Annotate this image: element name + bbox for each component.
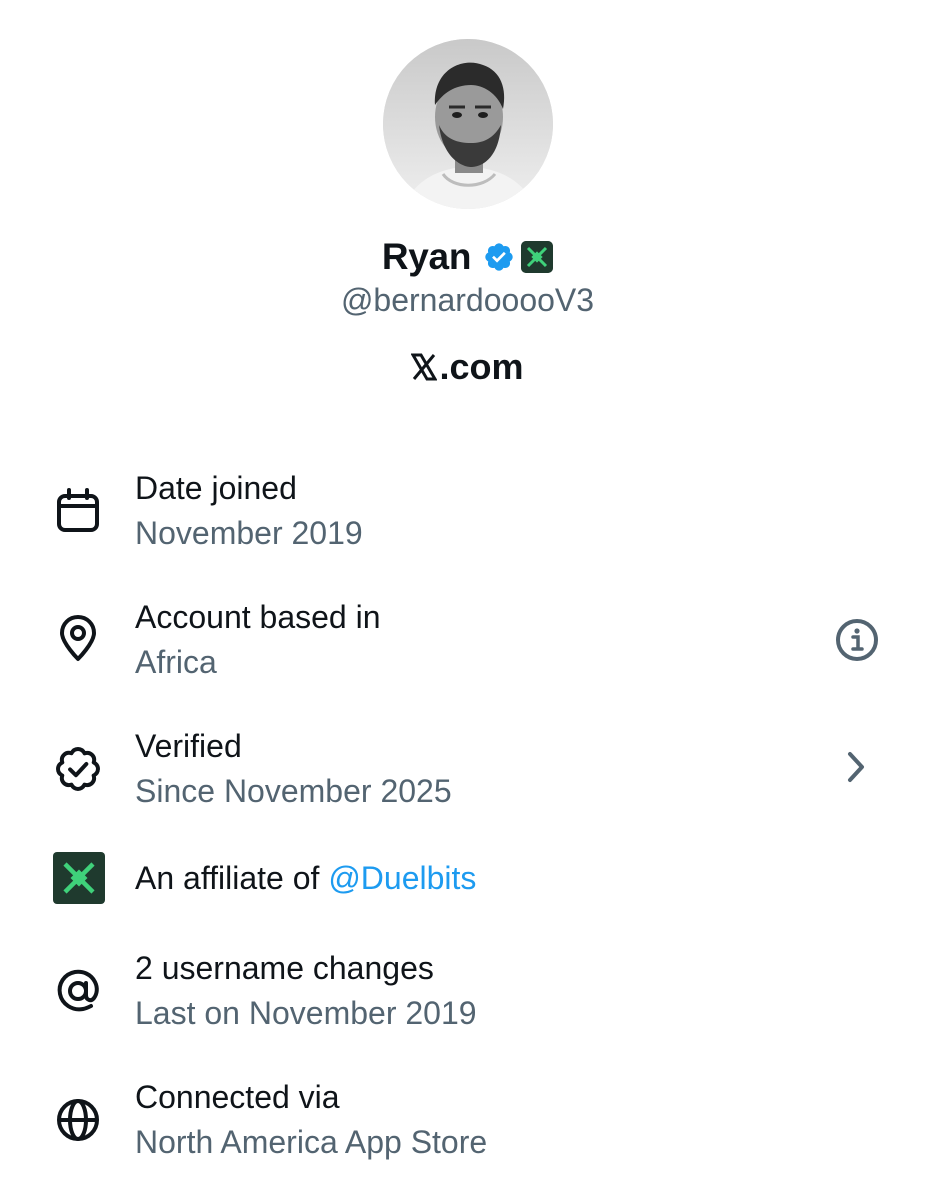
site-domain-text: .com [439, 346, 524, 387]
profile-name-row: Ryan [0, 232, 935, 282]
duelbits-logo-icon [53, 852, 105, 904]
duelbits-affiliate-badge-icon[interactable] [521, 241, 554, 273]
at-sign-icon [53, 966, 103, 1016]
about-row-verified[interactable]: Verified Since November 2025 [0, 724, 935, 834]
affiliate-prefix: An affiliate of [135, 860, 329, 896]
about-row-connected-via: Connected via North America App Store [0, 1075, 935, 1185]
about-row-title: Verified [135, 728, 242, 764]
affiliate-text: An affiliate of @Duelbits [135, 860, 476, 897]
profile-avatar[interactable] [383, 39, 553, 209]
about-row-date-joined: Date joined November 2019 [0, 466, 935, 576]
avatar-photo [383, 39, 553, 209]
info-icon[interactable] [834, 617, 880, 663]
about-row-subtitle: Last on November 2019 [135, 995, 477, 1031]
profile-site-link[interactable]: .com [0, 346, 935, 388]
about-row-subtitle: November 2019 [135, 515, 363, 551]
about-row-affiliate: An affiliate of @Duelbits [0, 852, 935, 908]
profile-handle: @bernardooooV3 [340, 282, 595, 318]
about-row-username-changes: 2 username changes Last on November 2019 [0, 946, 935, 1056]
verified-badge-icon[interactable] [483, 241, 515, 273]
affiliate-link[interactable]: @Duelbits [328, 860, 476, 896]
verified-outline-icon [53, 744, 103, 794]
about-row-subtitle: Since November 2025 [135, 773, 452, 809]
about-row-title: Connected via [135, 1079, 340, 1115]
about-row-title: Account based in [135, 599, 381, 635]
about-row-account-based-in[interactable]: Account based in Africa [0, 595, 935, 705]
x-logo-icon [411, 353, 438, 381]
about-row-subtitle: North America App Store [135, 1124, 488, 1160]
about-row-title: Date joined [135, 470, 297, 506]
calendar-icon [53, 486, 103, 536]
profile-name: Ryan [381, 236, 472, 277]
location-pin-icon [53, 613, 103, 663]
about-row-title: 2 username changes [135, 950, 434, 986]
chevron-right-icon[interactable] [834, 744, 880, 790]
about-row-subtitle: Africa [135, 644, 217, 680]
globe-icon [53, 1095, 103, 1145]
